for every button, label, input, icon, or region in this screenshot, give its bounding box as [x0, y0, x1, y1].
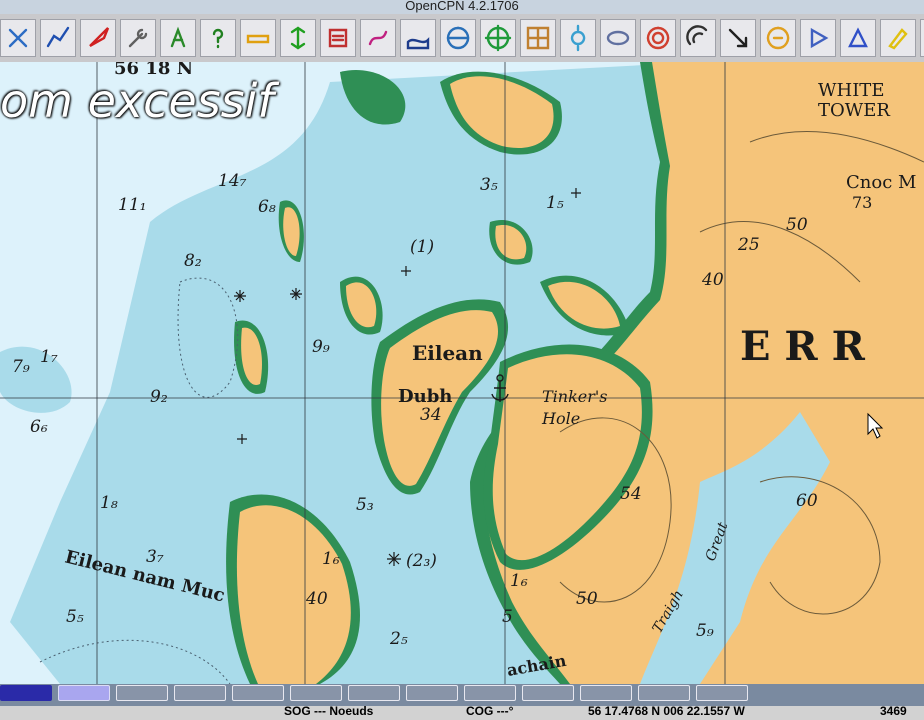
- overlay-banner-text: om excessif: [0, 74, 274, 128]
- toolbar-button-tf[interactable]: [920, 19, 924, 57]
- toolbar-button-rocket[interactable]: [80, 19, 116, 57]
- text-icon: [170, 26, 186, 48]
- play-icon: [810, 27, 829, 49]
- toolbar-button-play[interactable]: [800, 19, 836, 57]
- rocket-icon: [89, 27, 110, 48]
- piano-key[interactable]: [406, 685, 458, 701]
- cursor-position-readout: 56 17.4768 N 006 22.1557 W: [588, 704, 745, 718]
- cog-readout: COG ---°: [466, 704, 514, 718]
- zoom-icon: [8, 28, 28, 48]
- piano-key[interactable]: [58, 685, 110, 701]
- range-readout: 3469: [880, 704, 907, 718]
- toolbar-button-compass[interactable]: [600, 19, 636, 57]
- toolbar-button-help-question[interactable]: [200, 19, 236, 57]
- globe-icon: [446, 26, 470, 50]
- mosaic-icon: [526, 26, 550, 50]
- chart-canvas[interactable]: 56 18 N Eilean Dubh Tinker's Hole WHITE …: [0, 62, 924, 684]
- toolbar-button-settings-wrench[interactable]: [120, 19, 156, 57]
- vertical-measure-icon: [290, 26, 306, 50]
- triangle-icon: [848, 27, 868, 48]
- tide-icon: [766, 26, 790, 50]
- chart-piano-bar: [0, 685, 754, 705]
- toolbar-button-pencil[interactable]: [880, 19, 916, 57]
- toolbar-button-radar[interactable]: [680, 19, 716, 57]
- piano-key[interactable]: [522, 685, 574, 701]
- crosshair-icon: [484, 24, 512, 52]
- piano-key[interactable]: [232, 685, 284, 701]
- piano-key[interactable]: [0, 685, 52, 701]
- toolbar-button-crosshair[interactable]: [480, 19, 516, 57]
- compass-icon: [606, 30, 630, 46]
- toolbar-button-track[interactable]: [360, 19, 396, 57]
- toolbar-button-globe[interactable]: [440, 19, 476, 57]
- toolbar-button-settings[interactable]: [560, 19, 596, 57]
- toolbar-button-chart-tide[interactable]: [400, 19, 436, 57]
- toolbar-button-vertical-measure[interactable]: [280, 19, 316, 57]
- toolbar-button-text[interactable]: [160, 19, 196, 57]
- help-question-icon: [212, 28, 224, 49]
- piano-key[interactable]: [464, 685, 516, 701]
- window-title: OpenCPN 4.2.1706: [405, 0, 519, 13]
- piano-key[interactable]: [696, 685, 748, 701]
- shallow-water-west: [0, 346, 72, 413]
- track-icon: [368, 30, 388, 46]
- chart-tide-icon: [406, 37, 430, 50]
- route-icon: [46, 26, 70, 48]
- piano-key[interactable]: [290, 685, 342, 701]
- main-toolbar: [0, 14, 924, 63]
- settings-wrench-icon: [128, 28, 148, 48]
- toolbar-button-route[interactable]: [40, 19, 76, 57]
- piano-key[interactable]: [580, 685, 632, 701]
- settings-icon: [570, 24, 586, 52]
- piano-key[interactable]: [116, 685, 168, 701]
- pencil-icon: [888, 28, 908, 50]
- nautical-chart-map: [0, 62, 924, 684]
- radar-icon: [686, 25, 708, 46]
- status-bar: SOG --- Noeuds COG ---° 56 17.4768 N 006…: [0, 704, 924, 720]
- toolbar-button-ruler[interactable]: [240, 19, 276, 57]
- piano-key[interactable]: [348, 685, 400, 701]
- toolbar-button-arrow[interactable]: [720, 19, 756, 57]
- toolbar-button-mosaic[interactable]: [520, 19, 556, 57]
- piano-key[interactable]: [174, 685, 226, 701]
- toolbar-button-tide[interactable]: [760, 19, 796, 57]
- toolbar-button-triangle[interactable]: [840, 19, 876, 57]
- toolbar-button-zoom[interactable]: [0, 19, 36, 57]
- lifering-icon: [646, 26, 670, 50]
- title-bar: OpenCPN 4.2.1706: [0, 0, 924, 14]
- toolbar-button-lifering[interactable]: [640, 19, 676, 57]
- piano-key[interactable]: [638, 685, 690, 701]
- bottom-panel: SOG --- Noeuds COG ---° 56 17.4768 N 006…: [0, 684, 924, 720]
- sog-readout: SOG --- Noeuds: [284, 704, 374, 718]
- checklist-icon: [328, 28, 348, 48]
- ruler-icon: [246, 34, 270, 44]
- toolbar-button-checklist[interactable]: [320, 19, 356, 57]
- arrow-icon: [728, 28, 748, 48]
